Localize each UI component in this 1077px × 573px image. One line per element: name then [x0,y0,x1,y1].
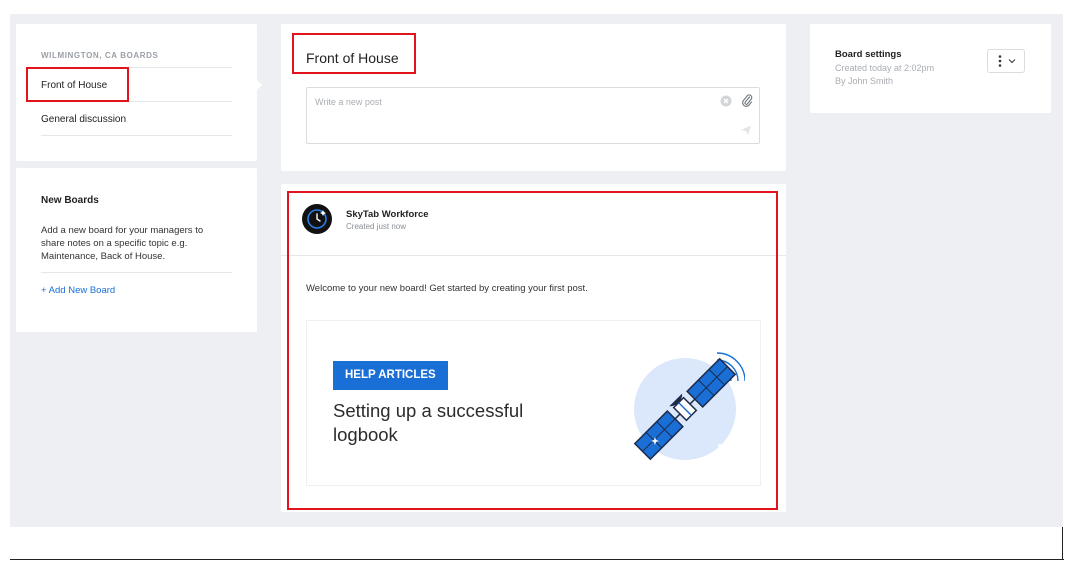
divider [41,272,232,273]
divider [41,67,232,68]
attachment-icon[interactable] [741,93,753,107]
help-articles-badge: HELP ARTICLES [333,361,448,390]
board-item-general-discussion[interactable]: General discussion [41,114,126,125]
divider [41,101,232,102]
boards-section-heading: WILMINGTON, CA BOARDS [41,51,159,60]
new-boards-description: Add a new board for your managers to sha… [41,225,204,262]
board-header-card: Front of House [281,24,786,171]
divider [281,255,786,256]
feed-post-card: SkyTab Workforce Created just now Welcom… [281,184,786,512]
page-title: Front of House [306,50,399,66]
window-right-border [1062,527,1063,560]
divider [41,135,232,136]
board-settings-title: Board settings [835,49,902,60]
board-created-time: Created today at 2:02pm [835,63,935,73]
post-author: SkyTab Workforce [346,209,429,220]
board-created-by: By John Smith [835,76,894,86]
clock-icon [307,209,327,229]
post-timestamp: Created just now [346,222,407,231]
active-board-pointer [255,78,262,92]
help-article-title: Setting up a successful logbook [333,400,524,445]
satellite-icon [633,352,745,461]
boards-list-card: WILMINGTON, CA BOARDS Front of House Gen… [16,24,257,161]
new-post-box[interactable] [306,87,760,144]
more-vertical-icon [998,55,1016,67]
avatar [302,204,332,234]
board-settings-card: Board settings Created today at 2:02pm B… [810,24,1051,113]
board-item-front-of-house[interactable]: Front of House [41,80,107,91]
chevron-down-icon [1008,59,1016,64]
new-boards-card: New Boards Add a new board for your mana… [16,168,257,332]
help-article-banner[interactable]: HELP ARTICLES Setting up a successful lo… [306,320,761,486]
new-post-input[interactable] [315,97,695,107]
add-new-board-link[interactable]: + Add New Board [41,285,115,296]
window-bottom-border [10,559,1064,560]
new-boards-title: New Boards [41,195,99,206]
clear-icon[interactable] [720,95,732,107]
post-body: Welcome to your new board! Get started b… [306,283,588,294]
board-options-button[interactable] [987,49,1025,73]
send-icon[interactable] [740,124,752,136]
